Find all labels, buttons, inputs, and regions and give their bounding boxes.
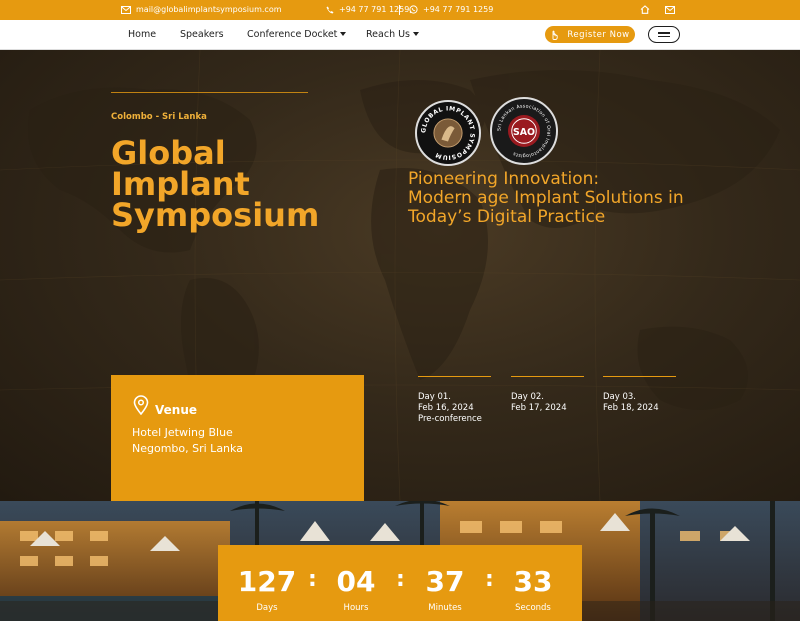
mail-icon [121, 5, 131, 14]
countdown-separator: : [396, 567, 405, 592]
nav-speakers[interactable]: Speakers [180, 29, 224, 40]
hand-pointer-icon [552, 30, 559, 40]
logo-center-text: SAO [513, 127, 535, 138]
topbar-divider [399, 5, 400, 15]
day-label: Day 03. [603, 392, 637, 402]
day-label: Day 02. [511, 392, 545, 402]
hamburger-menu-button[interactable] [648, 26, 680, 43]
home-icon[interactable] [640, 5, 650, 14]
countdown-label: Seconds [515, 603, 551, 613]
hero-title-line: Symposium [111, 196, 320, 234]
countdown-value: 127 [237, 565, 297, 598]
countdown-label: Minutes [428, 603, 462, 613]
topbar-email[interactable]: mail@globalimplantsymposium.com [121, 5, 282, 14]
venue-card: Venue Hotel Jetwing Blue Negombo, Sri La… [111, 375, 364, 501]
menu-line [658, 32, 670, 34]
mail-icon[interactable] [665, 6, 675, 14]
day-date: Feb 18, 2024 [603, 403, 659, 413]
nav-home-label: Home [128, 29, 157, 40]
day-divider [603, 376, 676, 377]
venue-address: Hotel Jetwing Blue Negombo, Sri Lanka [132, 425, 243, 457]
nav-speakers-label: Speakers [180, 29, 224, 40]
countdown-value: 33 [513, 565, 553, 598]
hero-subtitle: Pioneering Innovation: Modern age Implan… [408, 170, 698, 227]
countdown-hours: 04 Hours [321, 565, 391, 613]
register-now-button[interactable]: Register Now [545, 26, 635, 43]
topbar-whatsapp-text: +94 77 791 1259 [423, 5, 494, 14]
caret-down-icon [413, 31, 420, 36]
countdown-timer: 127 Days : 04 Hours : 37 Minutes : 33 Se… [218, 545, 582, 621]
hero-subtitle-line: Modern age Implant Solutions in [408, 188, 684, 208]
topbar-phone[interactable]: +94 77 791 1259 [326, 5, 409, 14]
day-divider [511, 376, 584, 377]
schedule-day-2: Day 02. Feb 17, 2024 [511, 376, 584, 414]
day-divider [418, 376, 491, 377]
countdown-days: 127 Days [232, 565, 302, 613]
day-date: Feb 16, 2024 [418, 403, 474, 413]
register-now-label: Register Now [567, 29, 630, 40]
topbar-whatsapp[interactable]: +94 77 791 1259 [409, 5, 493, 14]
countdown-separator: : [308, 567, 317, 592]
hero-subtitle-line: Today’s Digital Practice [408, 207, 606, 227]
countdown-label: Hours [343, 603, 369, 613]
venue-line: Hotel Jetwing Blue [132, 426, 233, 439]
top-contact-bar: mail@globalimplantsymposium.com +94 77 7… [0, 0, 800, 20]
countdown-value: 37 [425, 565, 465, 598]
countdown-value: 04 [336, 565, 376, 598]
venue-label: Venue [155, 403, 197, 417]
menu-line [658, 35, 670, 37]
nav-home[interactable]: Home [128, 29, 156, 40]
countdown-label: Days [256, 603, 278, 613]
countdown-minutes: 37 Minutes [410, 565, 480, 613]
countdown-seconds: 33 Seconds [498, 565, 568, 613]
hero-location: Colombo - Sri Lanka [111, 112, 207, 122]
whatsapp-icon [409, 5, 418, 14]
hero-title: Global Implant Symposium [111, 137, 320, 234]
map-pin-icon [133, 395, 149, 415]
countdown-separator: : [485, 567, 494, 592]
nav-conference-docket[interactable]: Conference Docket [247, 29, 347, 40]
global-implant-symposium-logo: GLOBAL IMPLANT SYMPOSIUM [415, 100, 481, 166]
schedule-day-1: Day 01. Feb 16, 2024 Pre-conference [418, 376, 491, 425]
day-label: Day 01. [418, 392, 452, 402]
hero-accent-line [111, 92, 308, 93]
nav-reach-us[interactable]: Reach Us [366, 29, 420, 40]
main-navigation: Home Speakers Conference Docket Reach Us [0, 20, 800, 50]
hero-subtitle-line: Pioneering Innovation: [408, 169, 600, 189]
nav-reach-us-label: Reach Us [366, 29, 411, 40]
schedule-day-3: Day 03. Feb 18, 2024 [603, 376, 676, 414]
topbar-email-text: mail@globalimplantsymposium.com [136, 5, 282, 14]
day-date: Feb 17, 2024 [511, 403, 567, 413]
nav-conference-docket-label: Conference Docket [247, 29, 338, 40]
venue-line: Negombo, Sri Lanka [132, 442, 243, 455]
caret-down-icon [340, 31, 347, 36]
phone-icon [326, 6, 334, 13]
day-note: Pre-conference [418, 414, 482, 424]
sri-lankan-association-logo: Sri Lankan Association of Oral Implantol… [490, 97, 558, 165]
